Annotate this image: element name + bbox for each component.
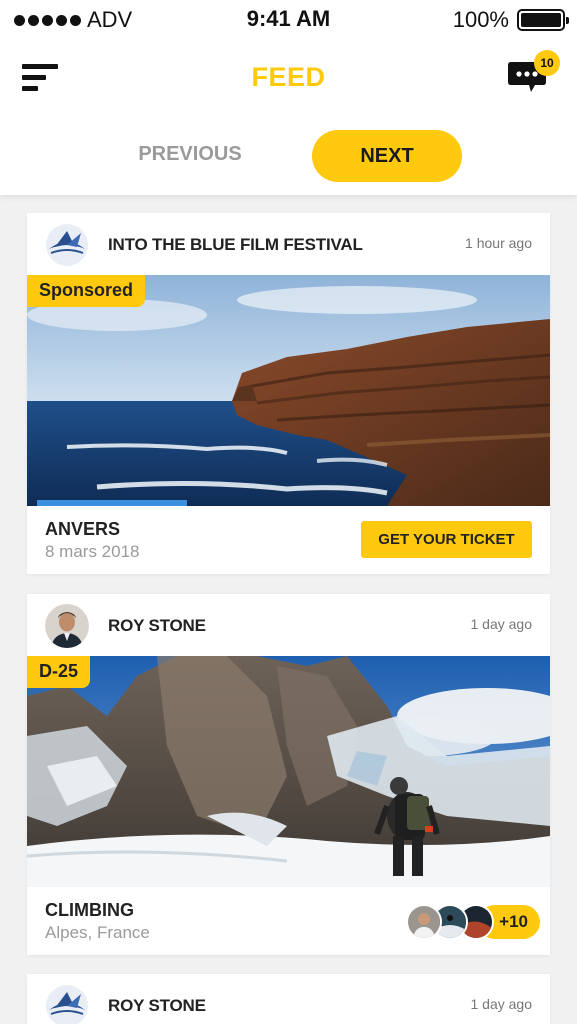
feed-card[interactable]: ROY STONE 1 day ago: [27, 594, 550, 955]
participants-group[interactable]: +10: [402, 903, 540, 941]
event-photo[interactable]: Sponsored: [27, 275, 550, 506]
card-header: INTO THE BLUE FILM FESTIVAL 1 hour ago: [27, 213, 550, 275]
avatar[interactable]: [45, 604, 89, 648]
card-footer: ANVERS 8 mars 2018 GET YOUR TICKET: [27, 506, 550, 574]
status-bar: ADV 9:41 AM 100%: [0, 0, 577, 40]
feed-card[interactable]: INTO THE BLUE FILM FESTIVAL 1 hour ago S…: [27, 213, 550, 574]
app-header: FEED: [0, 48, 577, 112]
top-bar: ADV 9:41 AM 100% FEED 10 PREVIOUS NEXT: [0, 0, 577, 195]
card-time: 1 day ago: [470, 616, 533, 632]
page-title: FEED: [251, 62, 326, 92]
card-author: INTO THE BLUE FILM FESTIVAL: [108, 235, 363, 254]
card-header: ROY STONE 1 day ago: [27, 974, 550, 1024]
event-photo[interactable]: D-25: [27, 656, 550, 887]
card-header: ROY STONE 1 day ago: [27, 594, 550, 656]
card-time: 1 hour ago: [465, 235, 532, 251]
card-author: ROY STONE: [108, 996, 206, 1015]
bird-logo-icon: [45, 223, 89, 267]
battery-percent: 100%: [452, 7, 509, 32]
tab-next[interactable]: NEXT: [312, 130, 462, 182]
battery-info: 100%: [452, 7, 569, 33]
feed-tabs: PREVIOUS NEXT: [0, 128, 577, 182]
event-title: CLIMBING: [45, 900, 134, 920]
tab-previous[interactable]: PREVIOUS: [110, 128, 270, 180]
notification-badge: 10: [534, 50, 560, 76]
event-date: 8 mars 2018: [45, 542, 140, 561]
event-location: Alpes, France: [45, 923, 150, 942]
event-title: ANVERS: [45, 519, 121, 539]
avatar: [406, 904, 442, 940]
card-footer: CLIMBING Alpes, France +10: [27, 887, 550, 955]
sponsored-tag: Sponsored: [27, 275, 146, 307]
get-ticket-button[interactable]: GET YOUR TICKET: [361, 521, 532, 558]
card-time: 1 day ago: [470, 996, 533, 1012]
bird-logo-icon: [45, 984, 89, 1024]
feed-card[interactable]: ROY STONE 1 day ago: [27, 974, 550, 1024]
battery-icon: [517, 9, 569, 31]
countdown-tag: D-25: [27, 656, 91, 688]
card-author: ROY STONE: [108, 616, 206, 635]
